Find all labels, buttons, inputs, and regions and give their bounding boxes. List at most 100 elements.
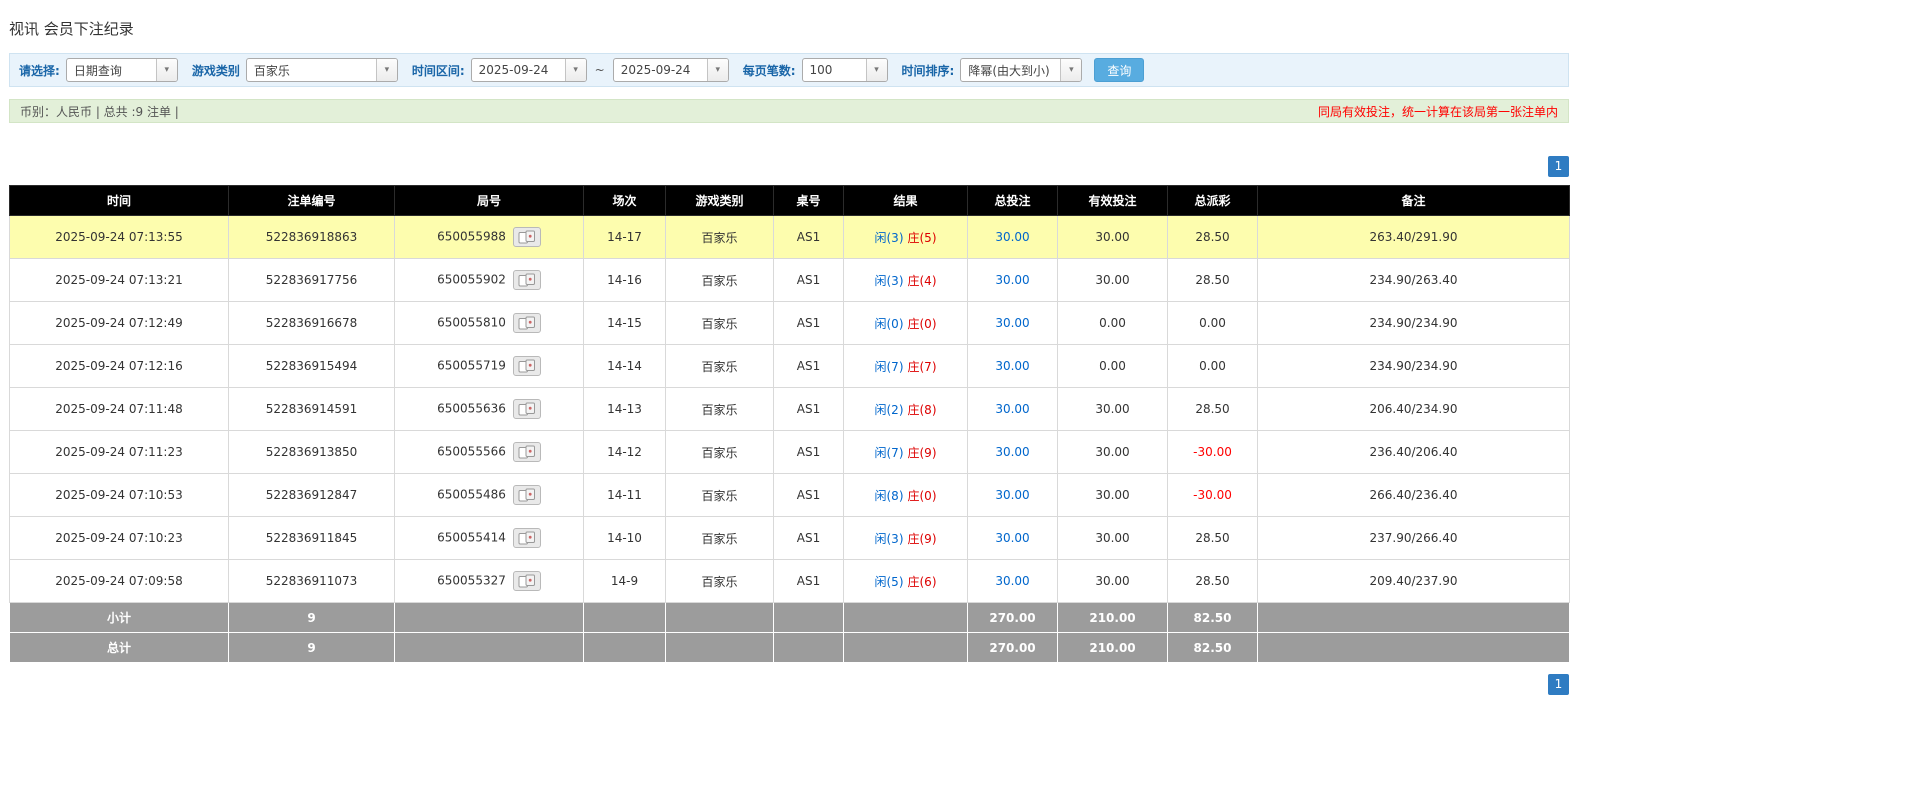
filter-bar: 请选择: 日期查询 ▾ 游戏类别 百家乐 ▾ 时间区间: 2025-09-24 … (9, 53, 1569, 87)
chevron-down-icon[interactable]: ▾ (865, 59, 887, 81)
table-row: 2025-09-24 07:11:23 522836913850 650055566… (9, 430, 1570, 474)
range-separator: ~ (594, 63, 605, 77)
chevron-down-icon[interactable]: ▾ (564, 59, 586, 81)
date-to-select[interactable]: 2025-09-24 ▾ (612, 58, 729, 82)
cell-table-no: AS1 (773, 215, 844, 259)
total-bet-link[interactable]: 30.00 (995, 359, 1029, 373)
view-cards-button[interactable] (512, 528, 541, 548)
cards-icon (518, 359, 535, 373)
chevron-down-icon[interactable]: ▾ (706, 59, 728, 81)
banker-result: 庄(5) (907, 230, 937, 245)
empty-cell (583, 602, 666, 633)
cell-round-id: 650055810 (394, 301, 584, 345)
query-type-label: 请选择: (19, 63, 60, 78)
total-bet-link[interactable]: 30.00 (995, 574, 1029, 588)
query-type-value: 日期查询 (73, 63, 122, 78)
total-bet-link[interactable]: 30.00 (995, 316, 1029, 330)
cell-bet-id: 522836915494 (228, 344, 395, 388)
cards-icon (518, 574, 535, 588)
cell-game-type: 百家乐 (665, 516, 774, 560)
table-body: 2025-09-24 07:13:55 522836918863 650055988… (9, 215, 1570, 603)
total-bet-link[interactable]: 30.00 (995, 230, 1029, 244)
view-cards-button[interactable] (512, 442, 541, 462)
cell-total-bet: 30.00 (967, 516, 1058, 560)
cell-result: 闲(8) 庄(0) (843, 473, 968, 517)
banker-result: 庄(0) (907, 488, 937, 503)
cell-payout: -30.00 (1167, 430, 1258, 474)
view-cards-button[interactable] (512, 399, 541, 419)
player-result: 闲(5) (874, 574, 904, 589)
round-number: 650055988 (437, 229, 506, 244)
cell-table-no: AS1 (773, 516, 844, 560)
banker-result: 庄(7) (907, 359, 937, 374)
table-row: 2025-09-24 07:13:55 522836918863 650055988… (9, 215, 1570, 259)
chevron-down-icon[interactable]: ▾ (1060, 59, 1082, 81)
view-cards-button[interactable] (512, 571, 541, 591)
cell-time: 2025-09-24 07:13:21 (9, 258, 229, 302)
column-header: 备注 (1257, 185, 1570, 216)
time-sort-select[interactable]: 降幂(由大到小) ▾ (960, 58, 1083, 82)
cell-round-id: 650055414 (394, 516, 584, 560)
total-bet-sum: 270.00 (967, 602, 1058, 633)
cell-session: 14-10 (583, 516, 666, 560)
cell-table-no: AS1 (773, 387, 844, 431)
cell-result: 闲(3) 庄(5) (843, 215, 968, 259)
view-cards-button[interactable] (512, 356, 541, 376)
cards-icon (518, 273, 535, 287)
cell-round-id: 650055486 (394, 473, 584, 517)
player-result: 闲(2) (874, 402, 904, 417)
column-header: 有效投注 (1057, 185, 1168, 216)
page-button-1[interactable]: 1 (1548, 674, 1569, 695)
search-button[interactable]: 查询 (1094, 58, 1145, 82)
page-size-select[interactable]: 100 ▾ (801, 58, 888, 82)
page: 视讯 会员下注纪录 请选择: 日期查询 ▾ 游戏类别 百家乐 ▾ 时间区间: 2… (9, 0, 1570, 695)
table-row: 2025-09-24 07:11:48 522836914591 650055636… (9, 387, 1570, 431)
total-bet-link[interactable]: 30.00 (995, 273, 1029, 287)
cell-table-no: AS1 (773, 258, 844, 302)
total-bet-link[interactable]: 30.00 (995, 402, 1029, 416)
cell-table-no: AS1 (773, 301, 844, 345)
view-cards-button[interactable] (512, 270, 541, 290)
cell-time: 2025-09-24 07:09:58 (9, 559, 229, 603)
cell-payout: 28.50 (1167, 215, 1258, 259)
cell-session: 14-14 (583, 344, 666, 388)
table-row: 2025-09-24 07:12:16 522836915494 650055719… (9, 344, 1570, 388)
round-number: 650055636 (437, 401, 506, 416)
cell-game-type: 百家乐 (665, 559, 774, 603)
player-result: 闲(3) (874, 531, 904, 546)
cell-session: 14-9 (583, 559, 666, 603)
banker-result: 庄(6) (907, 574, 937, 589)
page-button-1[interactable]: 1 (1548, 156, 1569, 177)
cell-remark: 206.40/234.90 (1257, 387, 1570, 431)
query-type-select[interactable]: 日期查询 ▾ (65, 58, 178, 82)
date-from-select[interactable]: 2025-09-24 ▾ (470, 58, 587, 82)
page-title: 视讯 会员下注纪录 (9, 20, 134, 38)
cell-remark: 236.40/206.40 (1257, 430, 1570, 474)
empty-cell (773, 602, 844, 633)
cell-result: 闲(0) 庄(0) (843, 301, 968, 345)
total-bet-link[interactable]: 30.00 (995, 445, 1029, 459)
chevron-down-icon[interactable]: ▾ (155, 59, 177, 81)
total-bet-link[interactable]: 30.00 (995, 488, 1029, 502)
cell-game-type: 百家乐 (665, 430, 774, 474)
empty-cell (394, 632, 584, 663)
empty-cell (665, 632, 774, 663)
total-bet-link[interactable]: 30.00 (995, 531, 1029, 545)
game-type-select[interactable]: 百家乐 ▾ (245, 58, 398, 82)
subtotal-row: 小计 9 270.00 210.00 82.50 (9, 602, 1570, 633)
game-type-value: 百家乐 (253, 63, 290, 78)
cell-total-bet: 30.00 (967, 387, 1058, 431)
cell-bet-id: 522836917756 (228, 258, 395, 302)
cell-time: 2025-09-24 07:11:23 (9, 430, 229, 474)
round-number: 650055810 (437, 315, 506, 330)
round-number: 650055902 (437, 272, 506, 287)
table-row: 2025-09-24 07:09:58 522836911073 650055327… (9, 559, 1570, 603)
cell-bet-id: 522836918863 (228, 215, 395, 259)
cards-icon (518, 531, 535, 545)
view-cards-button[interactable] (512, 227, 541, 247)
cell-remark: 234.90/234.90 (1257, 344, 1570, 388)
cell-total-bet: 30.00 (967, 215, 1058, 259)
chevron-down-icon[interactable]: ▾ (375, 59, 397, 81)
view-cards-button[interactable] (512, 313, 541, 333)
view-cards-button[interactable] (512, 485, 541, 505)
